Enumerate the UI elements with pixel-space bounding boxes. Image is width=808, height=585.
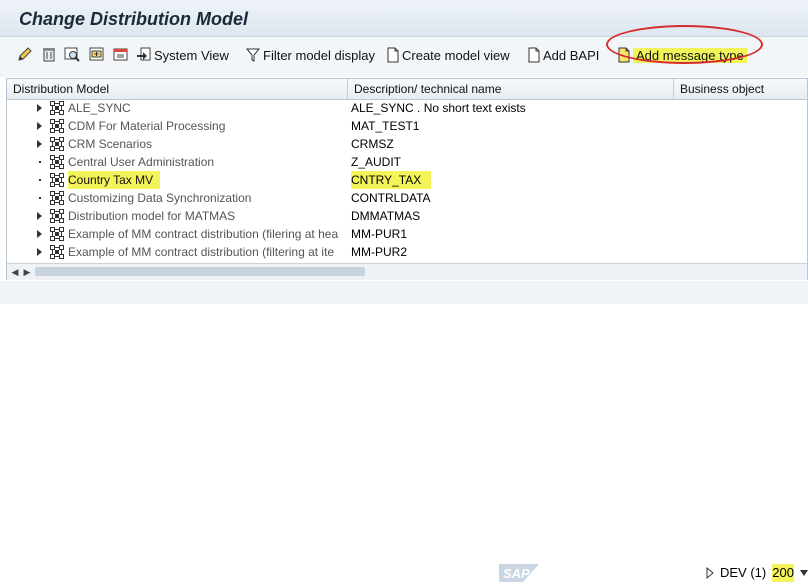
distribution-model-icon [50,137,64,151]
model-name[interactable]: Customizing Data Synchronization [68,189,348,207]
system-id: DEV (1) [720,565,767,580]
play-icon[interactable] [706,567,714,579]
svg-text:SAP: SAP [503,566,530,581]
table-row[interactable]: Distribution model for MATMAS DMMATMAS [7,207,807,225]
distribution-model-icon [50,173,64,187]
model-description: MAT_TEST1 [351,119,420,133]
distribution-model-icon [50,227,64,241]
model-description: MM-PUR1 [351,227,407,241]
add-message-type-button[interactable]: Add message type [618,44,747,66]
table-row[interactable]: CDM For Material Processing MAT_TEST1 [7,117,807,135]
model-description: CONTRLDATA [351,191,431,205]
create-icon[interactable] [88,45,106,63]
distribution-model-icon [50,119,64,133]
add-message-type-label: Add message type [633,47,747,63]
table-row[interactable]: Country Tax MV CNTRY_TAX [7,171,807,189]
table-header: Distribution Model Description/ technica… [7,79,807,100]
dropdown-icon[interactable] [799,570,808,576]
expand-arrow-icon[interactable] [37,140,42,148]
column-header-distribution-model[interactable]: Distribution Model [7,79,348,99]
table-row[interactable]: CRM Scenarios CRMSZ [7,135,807,153]
distribution-model-icon [50,155,64,169]
leaf-node-icon [39,179,41,181]
model-name[interactable]: ALE_SYNC [68,99,348,117]
horizontal-scrollbar[interactable]: ◀ ▶ [7,263,807,280]
expand-arrow-icon[interactable] [37,248,42,256]
distribution-model-icon [50,209,64,223]
distribution-model-icon [50,191,64,205]
create-model-view-label: Create model view [402,47,510,63]
expand-arrow-icon[interactable] [37,212,42,220]
filter-model-display-button[interactable]: Filter model display [246,44,375,66]
status-bar: SAP DEV (1) 200 [0,281,808,582]
expand-arrow-icon[interactable] [37,104,42,112]
application-toolbar: System View Filter model display Create … [0,37,808,77]
display-icon[interactable] [63,45,81,63]
filter-model-display-label: Filter model display [263,47,375,63]
model-description: CRMSZ [351,137,394,151]
system-info[interactable]: DEV (1) 200 [706,564,808,582]
scroll-right-icon[interactable]: ▶ [21,266,33,278]
model-description: MM-PUR2 [351,245,407,259]
model-name[interactable]: Example of MM contract distribution (fil… [68,225,348,243]
create-model-view-button[interactable]: Create model view [387,44,510,66]
model-name[interactable]: Example of MM contract distribution (fil… [68,243,348,261]
sap-logo: SAP [499,564,539,582]
distribution-model-tree: Distribution Model Description/ technica… [6,78,808,280]
table-row[interactable]: ALE_SYNC ALE_SYNC . No short text exists [7,99,807,117]
model-description: Z_AUDIT [351,155,402,169]
table-row[interactable]: Example of MM contract distribution (fil… [7,225,807,243]
client-number: 200 [772,564,794,582]
add-bapi-label: Add BAPI [543,47,600,63]
model-name[interactable]: Distribution model for MATMAS [68,207,348,225]
model-description: CNTRY_TAX [351,171,431,189]
edit-icon[interactable] [16,45,34,63]
leaf-node-icon [39,161,41,163]
column-header-business-object[interactable]: Business object [674,79,807,99]
scroll-left-icon[interactable]: ◀ [9,266,21,278]
table-row[interactable]: Customizing Data Synchronization CONTRLDA… [7,189,807,207]
expand-arrow-icon[interactable] [37,122,42,130]
table-row[interactable]: Central User Administration Z_AUDIT [7,153,807,171]
model-description: ALE_SYNC . No short text exists [351,101,526,115]
leaf-node-icon [39,197,41,199]
model-name[interactable]: Country Tax MV [68,171,160,189]
system-view-button[interactable]: System View [137,44,229,66]
model-name[interactable]: Central User Administration [68,153,348,171]
distribution-model-icon [50,101,64,115]
model-name[interactable]: CDM For Material Processing [68,117,348,135]
expand-arrow-icon[interactable] [37,230,42,238]
model-description: DMMATMAS [351,209,421,223]
model-name[interactable]: CRM Scenarios [68,135,348,153]
scrollbar-thumb[interactable] [35,267,365,276]
system-view-label: System View [154,47,229,63]
delete-icon[interactable] [40,45,58,63]
title-bar: Change Distribution Model [0,0,808,37]
page-title: Change Distribution Model [19,9,248,29]
column-header-description[interactable]: Description/ technical name [348,79,674,99]
distribution-model-icon [50,245,64,259]
add-bapi-button[interactable]: Add BAPI [528,44,599,66]
table-row[interactable]: Example of MM contract distribution (fil… [7,243,807,261]
execute-icon[interactable] [112,45,130,63]
